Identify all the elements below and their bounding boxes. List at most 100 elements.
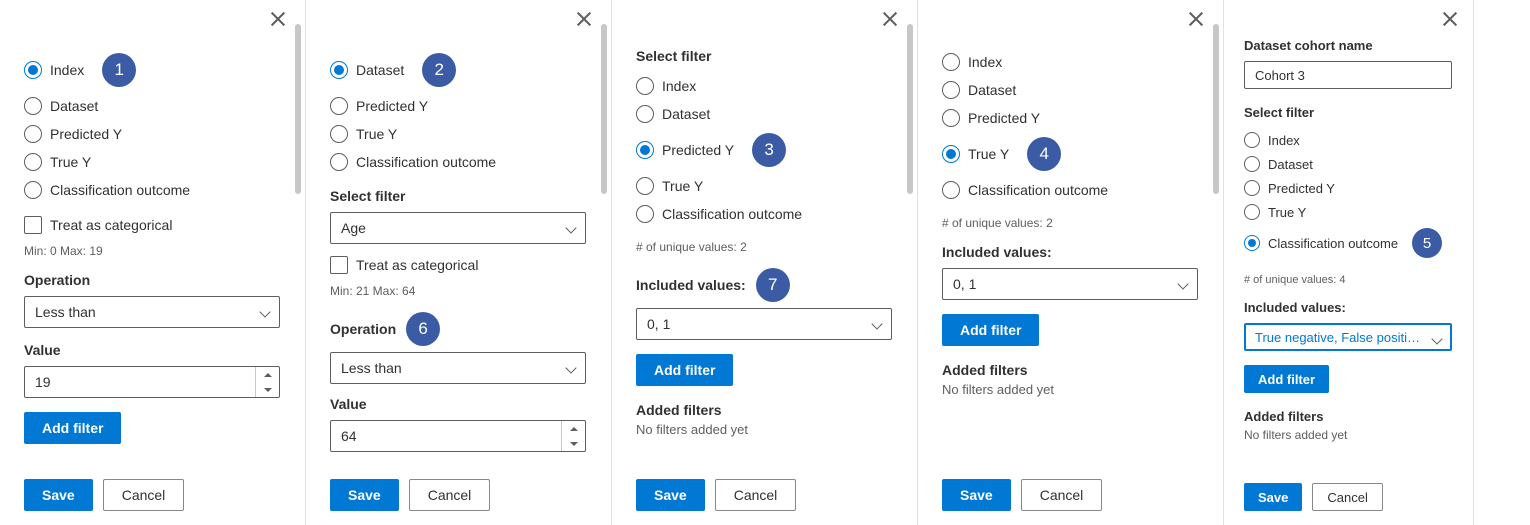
scrollbar[interactable] <box>907 24 913 194</box>
add-filter-button[interactable]: Add filter <box>942 314 1039 346</box>
radio-label: Dataset <box>356 62 404 78</box>
radio-classification-outcome[interactable]: Classification outcome <box>24 176 281 204</box>
panel-footer: Save Cancel <box>1224 473 1473 511</box>
radio-true-y[interactable]: True Y <box>1244 200 1453 224</box>
radio-index[interactable]: Index <box>942 48 1199 76</box>
checkbox-icon <box>24 216 42 234</box>
value-label: Value <box>330 396 587 412</box>
save-button[interactable]: Save <box>942 479 1011 511</box>
radio-index[interactable]: Index 1 <box>24 48 281 92</box>
feature-select[interactable]: Age <box>330 212 586 244</box>
radio-dataset[interactable]: Dataset 2 <box>330 48 587 92</box>
included-values-select[interactable]: 0, 1 <box>636 308 892 340</box>
value-spinner[interactable]: 64 <box>330 420 586 452</box>
radio-label: Classification outcome <box>1268 236 1398 251</box>
checkbox-label: Treat as categorical <box>50 217 172 233</box>
radio-icon <box>942 109 960 127</box>
radio-icon <box>24 61 42 79</box>
radio-classification-outcome[interactable]: Classification outcome <box>942 176 1199 204</box>
radio-icon <box>330 153 348 171</box>
add-filter-button[interactable]: Add filter <box>636 354 733 386</box>
spinner-up[interactable] <box>562 421 585 436</box>
add-filter-button[interactable]: Add filter <box>1244 365 1329 393</box>
filter-type-radiogroup: Index 1 Dataset Predicted Y True Y Class… <box>24 48 281 204</box>
cancel-button[interactable]: Cancel <box>1021 479 1103 511</box>
radio-dataset[interactable]: Dataset <box>24 92 281 120</box>
cancel-button[interactable]: Cancel <box>409 479 491 511</box>
included-values-select[interactable]: 0, 1 <box>942 268 1198 300</box>
chevron-down-icon <box>565 362 577 374</box>
radio-true-y[interactable]: True Y <box>24 148 281 176</box>
radio-icon <box>330 61 348 79</box>
radio-dataset[interactable]: Dataset <box>636 100 893 128</box>
operation-select[interactable]: Less than <box>24 296 280 328</box>
radio-predicted-y[interactable]: Predicted Y <box>942 104 1199 132</box>
radio-predicted-y[interactable]: Predicted Y <box>1244 176 1453 200</box>
radio-label: Classification outcome <box>968 182 1108 198</box>
panel-footer: Save Cancel <box>0 469 305 511</box>
treat-as-categorical-checkbox[interactable]: Treat as categorical <box>24 216 281 234</box>
radio-index[interactable]: Index <box>636 72 893 100</box>
save-button[interactable]: Save <box>330 479 399 511</box>
cohort-name-input[interactable]: Cohort 3 <box>1244 61 1452 89</box>
radio-predicted-y[interactable]: Predicted Y <box>330 92 587 120</box>
step-badge-6: 6 <box>406 312 440 346</box>
radio-icon <box>330 97 348 115</box>
radio-icon <box>1244 132 1260 148</box>
radio-dataset[interactable]: Dataset <box>1244 152 1453 176</box>
cancel-button[interactable]: Cancel <box>1312 483 1382 511</box>
radio-true-y[interactable]: True Y 4 <box>942 132 1199 176</box>
radio-classification-outcome[interactable]: Classification outcome 5 <box>1244 224 1453 262</box>
spinner-value: 19 <box>35 374 51 390</box>
save-button[interactable]: Save <box>636 479 705 511</box>
cancel-button[interactable]: Cancel <box>103 479 185 511</box>
radio-dataset[interactable]: Dataset <box>942 76 1199 104</box>
radio-label: Predicted Y <box>356 98 428 114</box>
spinner-up[interactable] <box>256 367 279 382</box>
spinner-down[interactable] <box>562 436 585 451</box>
radio-true-y[interactable]: True Y <box>330 120 587 148</box>
radio-icon <box>24 97 42 115</box>
filter-type-radiogroup: Index Dataset Predicted Y True Y 4 Class… <box>942 48 1199 204</box>
save-button[interactable]: Save <box>24 479 93 511</box>
select-value: Age <box>341 220 366 236</box>
minmax-hint: Min: 0 Max: 19 <box>24 244 281 258</box>
scrollbar[interactable] <box>295 24 301 194</box>
value-spinner[interactable]: 19 <box>24 366 280 398</box>
unique-values-hint: # of unique values: 4 <box>1244 274 1453 286</box>
scrollbar[interactable] <box>1213 24 1219 194</box>
input-value: Cohort 3 <box>1255 68 1305 83</box>
radio-label: Index <box>50 62 84 78</box>
radio-icon <box>330 125 348 143</box>
radio-classification-outcome[interactable]: Classification outcome <box>636 200 893 228</box>
filter-type-radiogroup: Index Dataset Predicted Y 3 True Y Class… <box>636 72 893 228</box>
unique-values-hint: # of unique values: 2 <box>636 240 893 254</box>
panel-footer: Save Cancel <box>612 469 917 511</box>
add-filter-button[interactable]: Add filter <box>24 412 121 444</box>
chevron-down-icon <box>565 222 577 234</box>
spinner-buttons <box>255 367 279 397</box>
operation-select[interactable]: Less than <box>330 352 586 384</box>
scrollbar[interactable] <box>601 24 607 194</box>
save-button[interactable]: Save <box>1244 483 1302 511</box>
radio-label: Classification outcome <box>50 182 190 198</box>
treat-as-categorical-checkbox[interactable]: Treat as categorical <box>330 256 587 274</box>
radio-predicted-y[interactable]: Predicted Y 3 <box>636 128 893 172</box>
radio-true-y[interactable]: True Y <box>636 172 893 200</box>
added-filters-title: Added filters <box>636 402 893 418</box>
step-badge-1: 1 <box>102 53 136 87</box>
included-values-select[interactable]: True negative, False positive, False neg… <box>1244 323 1452 351</box>
radio-icon <box>636 141 654 159</box>
panel-body: Select filter Index Dataset Predicted Y … <box>612 14 917 469</box>
radio-index[interactable]: Index <box>1244 128 1453 152</box>
panel-body: Dataset cohort name Cohort 3 Select filt… <box>1224 14 1473 473</box>
select-value: Less than <box>35 304 96 320</box>
cancel-button[interactable]: Cancel <box>715 479 797 511</box>
radio-label: Classification outcome <box>356 154 496 170</box>
radio-classification-outcome[interactable]: Classification outcome <box>330 148 587 176</box>
radio-icon <box>942 145 960 163</box>
filter-type-radiogroup: Index Dataset Predicted Y True Y Classif… <box>1244 128 1453 262</box>
spinner-down[interactable] <box>256 382 279 397</box>
panel-classification-outcome: Dataset cohort name Cohort 3 Select filt… <box>1224 0 1474 525</box>
radio-predicted-y[interactable]: Predicted Y <box>24 120 281 148</box>
